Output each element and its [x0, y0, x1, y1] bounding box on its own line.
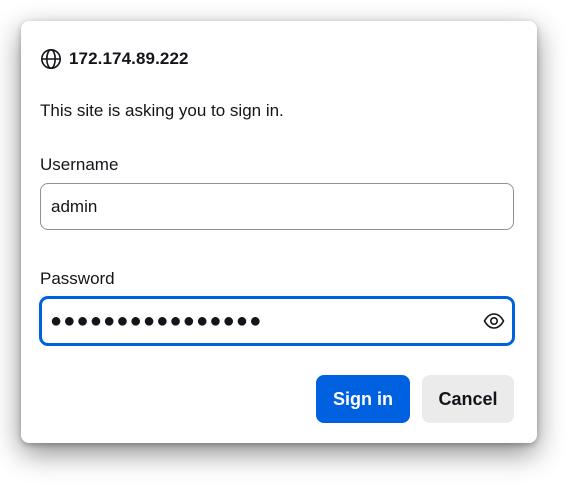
- password-label: Password: [40, 269, 115, 288]
- username-label: Username: [40, 155, 119, 174]
- password-masked-value: ●●●●●●●●●●●●●●●●: [50, 310, 263, 332]
- site-origin: 172.174.89.222: [40, 48, 189, 70]
- screen-background: 172.174.89.222 This site is asking you t…: [0, 0, 579, 485]
- eye-icon[interactable]: [483, 311, 505, 331]
- site-origin-text: 172.174.89.222: [69, 49, 189, 68]
- password-input[interactable]: ●●●●●●●●●●●●●●●●: [39, 296, 515, 346]
- username-input[interactable]: [40, 183, 514, 230]
- sign-in-button[interactable]: Sign in: [316, 375, 410, 423]
- sign-in-dialog: 172.174.89.222 This site is asking you t…: [21, 21, 537, 443]
- globe-icon: [40, 48, 62, 70]
- cancel-button[interactable]: Cancel: [422, 375, 514, 423]
- sign-in-prompt: This site is asking you to sign in.: [40, 101, 284, 120]
